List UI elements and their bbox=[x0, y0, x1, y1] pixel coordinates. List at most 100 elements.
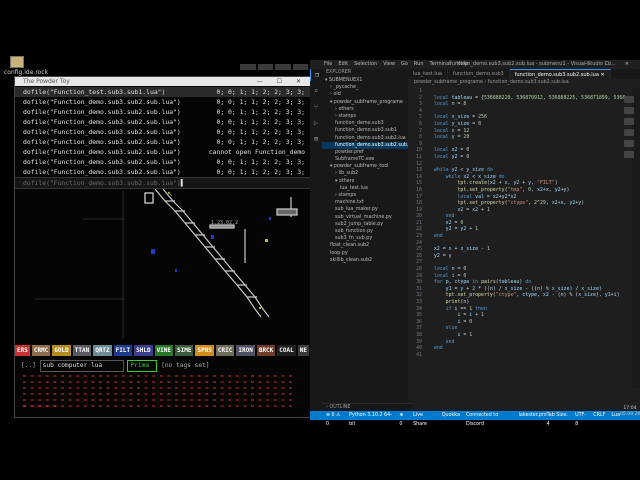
menu-item[interactable]: Edit bbox=[338, 60, 348, 69]
element-button[interactable]: CRIC bbox=[215, 345, 235, 356]
code-text: i = 1 bbox=[457, 331, 473, 338]
status-item[interactable]: Live Share bbox=[413, 411, 436, 427]
element-button[interactable]: NE bbox=[297, 345, 309, 356]
game-titlebar[interactable]: The Powder Toy — ☐ ✕ bbox=[15, 77, 311, 86]
explorer-item[interactable]: lua_test.lua bbox=[322, 185, 408, 192]
element-button[interactable]: GOLD bbox=[52, 345, 71, 356]
element-button[interactable]: BRCK bbox=[256, 345, 276, 356]
element-button[interactable]: SIME bbox=[175, 345, 194, 356]
grid-dot bbox=[144, 387, 148, 389]
explorer-item[interactable]: › lib_sub2 bbox=[322, 170, 408, 177]
source-control-icon[interactable]: ⑂ bbox=[310, 101, 322, 113]
status-item[interactable]: ⊕ 0 bbox=[399, 411, 407, 427]
explorer-item[interactable]: ▾ others bbox=[322, 178, 408, 185]
element-button[interactable]: VINE bbox=[154, 345, 174, 356]
search-icon[interactable]: ⌕ bbox=[310, 85, 322, 97]
taskbar-clock[interactable]: 17:04 05.09.2022 bbox=[620, 406, 640, 418]
grid-dot bbox=[114, 375, 118, 377]
explorer-item[interactable]: machine.txt bbox=[322, 199, 408, 206]
explorer-item[interactable]: sub2_jump_table.py bbox=[322, 221, 408, 228]
status-item[interactable]: Connected to Discord bbox=[466, 411, 513, 427]
tray-icon[interactable] bbox=[624, 107, 634, 114]
explorer-item[interactable]: › others bbox=[322, 106, 408, 113]
tray-icon[interactable] bbox=[624, 151, 634, 158]
element-button[interactable]: COAL bbox=[277, 345, 296, 356]
explorer-item[interactable]: ▾ SUBMENUEX1 bbox=[322, 77, 408, 84]
explorer-item[interactable]: ▾ powder_subframe_programe bbox=[322, 99, 408, 106]
tags-field[interactable]: [no tags set] bbox=[161, 362, 209, 369]
menu-item[interactable]: Selection bbox=[354, 60, 377, 69]
simulation-canvas[interactable]: 1.23.02.2 ↖ bbox=[15, 189, 311, 341]
code-text: local y_size = 8 bbox=[433, 120, 482, 127]
explorer-item[interactable]: sub3_fn_sub.py bbox=[322, 235, 408, 242]
breadcrumb[interactable]: powder_subframe_programe › function_demo… bbox=[408, 79, 640, 87]
file-icon bbox=[10, 56, 24, 68]
explorer-item[interactable]: › stamps bbox=[322, 192, 408, 199]
explorer-item[interactable]: ▾ powder_subframe_tool bbox=[322, 163, 408, 170]
explorer-item[interactable]: function_demo.sub3.sub2.sub... bbox=[322, 141, 408, 149]
grid-dot bbox=[53, 393, 57, 395]
element-button[interactable]: QRTZ bbox=[93, 345, 112, 356]
code-editor[interactable]: 12 local tableau = {536888220, 536870912… bbox=[408, 88, 640, 410]
lua-console-input[interactable]: dofile("Function_demo.sub3.sub2.sub.lua"… bbox=[15, 177, 319, 189]
menu-item[interactable]: Run bbox=[414, 60, 424, 69]
element-button[interactable]: SHLD bbox=[134, 345, 153, 356]
explorer-item[interactable]: › old bbox=[322, 91, 408, 98]
explorer-item[interactable]: sub_virtual_machine.py bbox=[322, 214, 408, 221]
explorer-item[interactable]: › _pycache_ bbox=[322, 84, 408, 91]
explorer-item[interactable]: float_clean.sub2 bbox=[322, 242, 408, 249]
explorer-item[interactable]: skillib_clean.sub2 bbox=[322, 257, 408, 264]
grid-dot bbox=[205, 393, 209, 395]
desktop-icon[interactable]: config.ide.rock bbox=[4, 56, 48, 76]
element-button[interactable]: TTAN bbox=[72, 345, 92, 356]
explorer-item[interactable]: function_demo.sub3 bbox=[322, 120, 408, 127]
status-item[interactable]: lakester.pro bbox=[519, 411, 547, 420]
extensions-icon[interactable]: ⊞ bbox=[310, 133, 322, 145]
code-text: while y2 < y_size do bbox=[433, 167, 493, 174]
status-item[interactable]: UTF-8 bbox=[575, 411, 587, 427]
status-item[interactable]: ⊗ 0 ⚠ 0 bbox=[326, 411, 343, 427]
game-window-controls[interactable]: — ☐ ✕ bbox=[257, 77, 307, 86]
explorer-item[interactable]: powder.pref bbox=[322, 149, 408, 156]
explorer-item[interactable]: sub_lua_maker.py bbox=[322, 206, 408, 213]
menu-item[interactable]: File bbox=[324, 60, 332, 69]
grid-dot bbox=[243, 387, 247, 389]
status-item[interactable]: Python 3.10.2 64-bit bbox=[349, 411, 393, 427]
element-button[interactable]: ERS bbox=[15, 345, 30, 356]
explorer-item[interactable]: function_demo.sub3.sub1 bbox=[322, 127, 408, 134]
explorer-item[interactable]: function_demo.sub3.sub2.lua bbox=[322, 135, 408, 142]
menu-item[interactable]: Terminal bbox=[430, 60, 451, 69]
explorer-item[interactable]: loop.py bbox=[322, 250, 408, 257]
explorer-item[interactable]: sub_function.py bbox=[322, 228, 408, 235]
menu-item[interactable]: Go bbox=[401, 60, 408, 69]
explorer-item[interactable]: › stamps bbox=[322, 113, 408, 120]
tray-icon[interactable] bbox=[624, 96, 634, 103]
code-text: end bbox=[445, 213, 455, 220]
save-bar-prefix[interactable]: [..] bbox=[15, 362, 36, 369]
element-button[interactable]: FILT bbox=[113, 345, 133, 356]
element-button[interactable]: SPNS bbox=[195, 345, 214, 356]
mode-button[interactable]: Prima bbox=[127, 360, 158, 372]
tray-icon[interactable] bbox=[624, 129, 634, 136]
line-number: 22 bbox=[416, 226, 422, 233]
status-item[interactable]: Lua bbox=[611, 411, 620, 420]
status-item[interactable]: Tab Size: 4 bbox=[547, 411, 569, 427]
editor-tab[interactable]: function_demo.sub3.sub2.sub.lua ✕ bbox=[509, 69, 611, 79]
vscode-titlebar[interactable]: File Edit Selection View Go Run Terminal Help f… bbox=[310, 60, 640, 69]
element-button[interactable]: IRON bbox=[236, 345, 255, 356]
editor-tab[interactable]: lua_test.lua bbox=[408, 69, 448, 79]
debug-icon[interactable]: ▷ bbox=[310, 117, 322, 129]
explorer-item[interactable]: SubframeTC.exe bbox=[322, 156, 408, 163]
editor-tab[interactable]: function_demo.sub3 bbox=[448, 69, 510, 79]
status-item[interactable]: CRLF bbox=[593, 411, 605, 420]
save-name-field[interactable]: sub computer lua bbox=[39, 360, 124, 372]
status-item[interactable]: Quokka bbox=[442, 411, 460, 420]
tray-icon[interactable] bbox=[624, 140, 634, 147]
tray-icon[interactable] bbox=[624, 118, 634, 125]
grid-dot bbox=[281, 375, 285, 377]
element-button[interactable]: CRMC bbox=[31, 345, 51, 356]
vscode-window-controls[interactable]: — ☐ ✕ bbox=[584, 60, 636, 69]
menu-item[interactable]: View bbox=[383, 60, 395, 69]
grid-dot bbox=[23, 393, 26, 395]
grid-dot bbox=[289, 375, 292, 377]
